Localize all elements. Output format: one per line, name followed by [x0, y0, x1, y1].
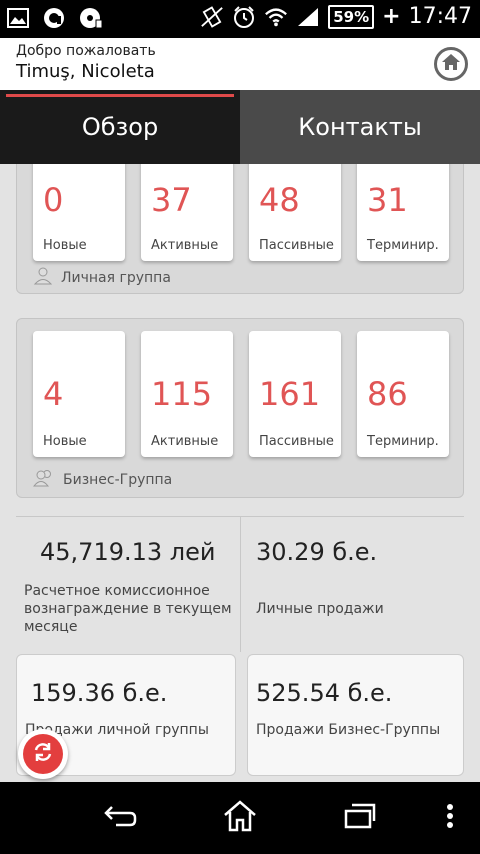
signal-icon: [296, 5, 320, 29]
commission-label: Расчетное комиссионное вознаграждение в …: [24, 583, 232, 635]
card-value: 115: [151, 375, 213, 413]
card-personal-passive[interactable]: 48 Пассивные: [249, 164, 341, 261]
charging-icon: +: [382, 3, 401, 29]
refresh-icon: [31, 740, 55, 768]
person-icon: [33, 267, 53, 289]
tab-overview[interactable]: Обзор: [0, 90, 240, 173]
navigation-bar: [0, 782, 480, 854]
business-group-label: Бизнес-Группа: [32, 469, 173, 491]
business-group-panel: 4 Новые 115 Активные 161 Пассивные 86 Те…: [16, 318, 464, 498]
tab-overview-label: Обзор: [81, 113, 159, 141]
personal-sales-label: Личные продажи: [256, 601, 384, 617]
card-value: 161: [259, 375, 321, 413]
card-business-new[interactable]: 4 Новые: [33, 331, 125, 457]
recent-apps-icon: [342, 803, 378, 833]
home-nav-icon: [222, 800, 258, 836]
home-button[interactable]: [434, 47, 468, 81]
card-label: Новые: [43, 434, 87, 449]
card-value: 86: [367, 375, 408, 413]
card-label: Новые: [43, 238, 87, 253]
stat-commission[interactable]: 45,719.13 лей Расчетное комиссионное воз…: [16, 516, 240, 652]
refresh-button-inner: [23, 734, 63, 774]
alarm-icon: [232, 5, 256, 29]
status-bar: 59% + 17:47: [0, 0, 480, 38]
card-label: Терминир.: [367, 238, 439, 253]
user-name: Timuş, Nicoleta: [16, 61, 155, 82]
back-icon: [102, 803, 138, 833]
card-business-active[interactable]: 115 Активные: [141, 331, 233, 457]
personal-group-text: Личная группа: [61, 270, 171, 286]
card-personal-terminated[interactable]: 31 Терминир.: [357, 164, 449, 261]
card-value: 0: [43, 181, 64, 219]
app-header: Добро пожаловать Timuş, Nicoleta: [0, 38, 480, 90]
group-people-icon: [32, 469, 55, 491]
app-notification-icon: [42, 6, 66, 30]
tab-contacts[interactable]: Контакты: [240, 90, 480, 164]
card-value: 4: [43, 375, 64, 413]
business-group-sales-label: Продажи Бизнес-Группы: [256, 722, 441, 738]
welcome-text: Добро пожаловать: [16, 43, 156, 59]
home-nav-button[interactable]: [220, 800, 260, 836]
card-value: 37: [151, 181, 192, 219]
stat-business-group-sales[interactable]: 525.54 б.е. Продажи Бизнес-Группы: [247, 654, 464, 776]
vibrate-icon: [200, 5, 224, 29]
card-value: 31: [367, 181, 408, 219]
menu-button[interactable]: [432, 800, 468, 836]
personal-group-sales-value: 159.36 б.е.: [31, 679, 168, 707]
card-personal-new[interactable]: 0 Новые: [33, 164, 125, 261]
business-group-text: Бизнес-Группа: [63, 472, 173, 488]
card-label: Пассивные: [259, 434, 334, 449]
card-label: Пассивные: [259, 238, 334, 253]
stat-personal-sales[interactable]: 30.29 б.е. Личные продажи: [240, 516, 464, 652]
card-label: Терминир.: [367, 434, 439, 449]
home-icon: [441, 53, 461, 75]
card-label: Активные: [151, 434, 219, 449]
overview-content[interactable]: 0 Новые 37 Активные 48 Пассивные 31 Терм…: [0, 164, 480, 782]
business-group-sales-value: 525.54 б.е.: [256, 679, 393, 707]
card-label: Активные: [151, 238, 219, 253]
card-business-passive[interactable]: 161 Пассивные: [249, 331, 341, 457]
more-vert-icon: [446, 803, 454, 833]
card-personal-active[interactable]: 37 Активные: [141, 164, 233, 261]
personal-group-label: Личная группа: [33, 267, 171, 289]
commission-value: 45,719.13 лей: [40, 538, 216, 566]
refresh-button[interactable]: [18, 729, 68, 779]
back-button[interactable]: [100, 800, 140, 836]
stats-grid: 45,719.13 лей Расчетное комиссионное воз…: [16, 516, 464, 782]
card-business-terminated[interactable]: 86 Терминир.: [357, 331, 449, 457]
gallery-icon: [6, 6, 30, 30]
tab-bar: Обзор Контакты: [0, 90, 480, 173]
personal-sales-value: 30.29 б.е.: [256, 538, 378, 566]
card-value: 48: [259, 181, 300, 219]
personal-group-panel: 0 Новые 37 Активные 48 Пассивные 31 Терм…: [16, 164, 464, 294]
tab-contacts-label: Контакты: [298, 113, 422, 141]
recent-apps-button[interactable]: [340, 800, 380, 836]
battery-indicator: 59%: [328, 4, 375, 29]
status-clock: 17:47: [408, 4, 472, 29]
disc-notification-icon: [78, 6, 102, 30]
wifi-icon: [264, 5, 288, 29]
